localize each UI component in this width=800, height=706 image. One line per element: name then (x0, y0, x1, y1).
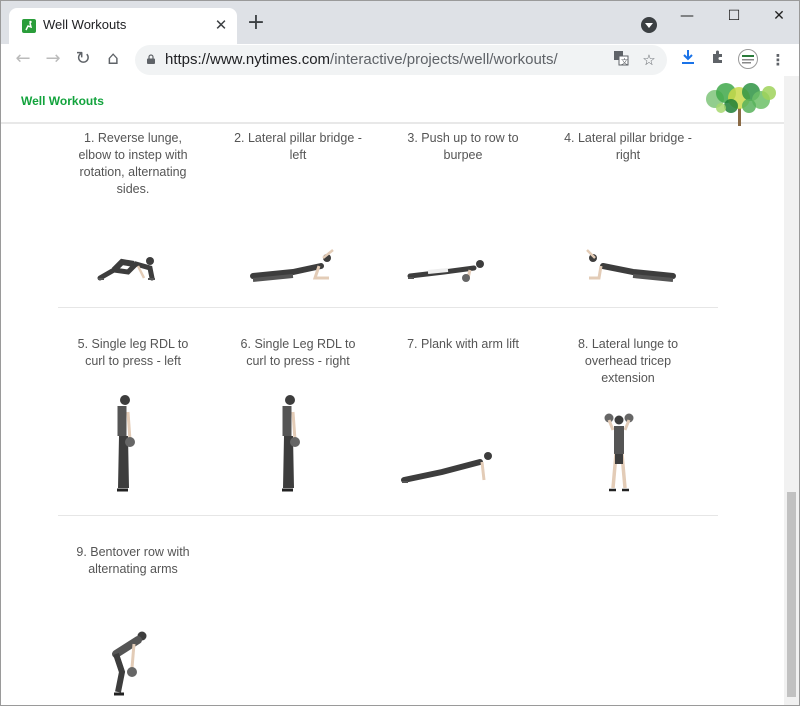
scrollbar-thumb[interactable] (787, 492, 796, 697)
close-window-button[interactable]: ✕ (756, 1, 799, 31)
download-icon[interactable] (677, 49, 699, 71)
exercise-card[interactable]: 7. Plank with arm lift (388, 308, 538, 515)
exercise-card[interactable]: 6. Single Leg RDL to curl to press - rig… (223, 308, 373, 515)
new-tab-button[interactable]: + (245, 12, 267, 35)
title-bar: Well Workouts ✕ + — ☐ ✕ (1, 1, 799, 44)
exercise-label: 3. Push up to row to burpee (407, 131, 519, 162)
exercise-card[interactable]: 4. Lateral pillar bridge - right (553, 126, 703, 307)
exercise-label: 5. Single leg RDL to curl to press - lef… (77, 337, 189, 368)
url-host: https://www.nytimes.com (165, 51, 331, 68)
home-button[interactable]: ⌂ (101, 47, 125, 71)
bentover-row-figure-icon (112, 631, 147, 696)
maximize-button[interactable]: ☐ (711, 1, 757, 31)
exercise-label: 4. Lateral pillar bridge - right (564, 131, 692, 162)
svg-text:文: 文 (621, 57, 628, 66)
exercise-label: 1. Reverse lunge, elbow to instep with r… (78, 131, 188, 196)
address-bar[interactable]: https://www.nytimes.com/interactive/proj… (135, 45, 667, 75)
profile-icon[interactable] (737, 49, 759, 71)
push-up-row-burpee-figure-icon (407, 260, 484, 282)
exercise-card[interactable]: 2. Lateral pillar bridge - left (223, 126, 373, 307)
single-leg-rdl-left-figure-icon (117, 395, 135, 492)
site-header: Well Workouts (1, 76, 784, 126)
star-icon[interactable]: ☆ (639, 50, 659, 70)
browser-window: Well Workouts ✕ + — ☐ ✕ ← → ↻ ⌂ https://… (0, 0, 800, 706)
back-button[interactable]: ← (11, 47, 35, 71)
tab-search-icon[interactable] (641, 17, 657, 33)
exercise-card[interactable]: 1. Reverse lunge, elbow to instep with r… (58, 126, 208, 307)
tree-logo-icon (706, 83, 776, 126)
exercise-card[interactable]: 9. Bentover row with alternating arms (58, 516, 208, 705)
lateral-pillar-bridge-left-figure-icon (250, 249, 334, 282)
url-text: https://www.nytimes.com/interactive/proj… (165, 51, 558, 68)
minimize-button[interactable]: — (664, 1, 710, 31)
exercise-row: 1. Reverse lunge, elbow to instep with r… (58, 126, 718, 308)
extensions-icon[interactable] (707, 49, 729, 71)
exercise-row: 9. Bentover row with alternating arms (58, 516, 718, 705)
menu-icon[interactable]: ⋮ (767, 49, 789, 71)
browser-toolbar: ← → ↻ ⌂ https://www.nytimes.com/interact… (1, 44, 799, 76)
exercise-card[interactable]: 8. Lateral lunge to overhead tricep exte… (553, 308, 703, 515)
browser-tab[interactable]: Well Workouts ✕ (9, 8, 237, 44)
single-leg-rdl-right-figure-icon (282, 395, 300, 492)
exercise-row: 5. Single leg RDL to curl to press - lef… (58, 308, 718, 516)
exercise-label: 2. Lateral pillar bridge - left (234, 131, 362, 162)
page-content: Well Workouts 1. Reverse lunge, elbow to… (1, 76, 784, 705)
tab-close-icon[interactable]: ✕ (211, 15, 231, 35)
translate-icon[interactable]: 文 (611, 50, 631, 70)
exercise-label: 9. Bentover row with alternating arms (76, 545, 190, 576)
lateral-lunge-tricep-figure-icon (604, 413, 634, 492)
forward-button[interactable]: → (41, 47, 65, 71)
plank-arm-lift-figure-icon (401, 452, 492, 483)
url-path: /interactive/projects/well/workouts/ (330, 51, 558, 68)
exercise-card[interactable]: 5. Single leg RDL to curl to press - lef… (58, 308, 208, 515)
lateral-pillar-bridge-right-figure-icon (586, 249, 676, 282)
reload-button[interactable]: ↻ (71, 47, 95, 71)
exercise-label: 6. Single Leg RDL to curl to press - rig… (240, 337, 356, 368)
exercise-card[interactable]: 3. Push up to row to burpee (388, 126, 538, 307)
exercise-grid: 1. Reverse lunge, elbow to instep with r… (58, 126, 718, 705)
site-title[interactable]: Well Workouts (21, 94, 104, 108)
reverse-lunge-figure-icon (97, 257, 155, 281)
exercise-label: 8. Lateral lunge to overhead tricep exte… (577, 337, 679, 385)
site-favicon-icon (22, 19, 36, 33)
exercise-label: 7. Plank with arm lift (407, 337, 519, 351)
vertical-scrollbar[interactable] (784, 76, 799, 705)
lock-icon (147, 54, 155, 64)
tab-title: Well Workouts (43, 17, 127, 32)
